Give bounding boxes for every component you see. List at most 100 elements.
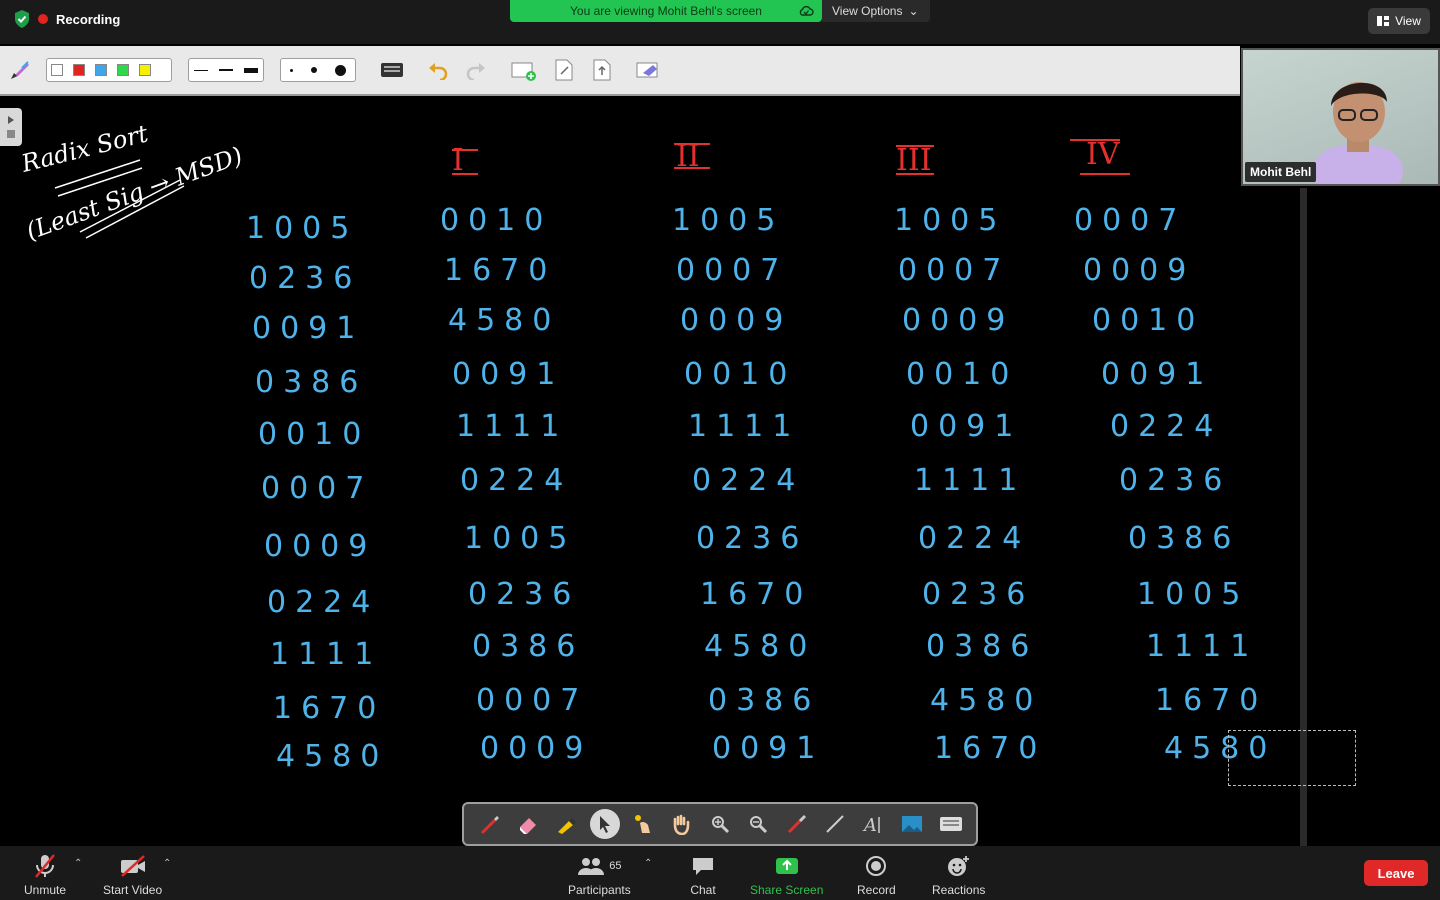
column-4-value: 1111 xyxy=(914,463,1026,498)
view-button[interactable]: View xyxy=(1368,8,1430,34)
view-button-label: View xyxy=(1395,14,1421,28)
reactions-button[interactable]: Reactions xyxy=(932,852,985,897)
column-3-value: 0386 xyxy=(708,683,820,718)
column-1-value: 0007 xyxy=(261,471,373,506)
grid-view-icon xyxy=(1377,16,1390,26)
leave-button[interactable]: Leave xyxy=(1364,860,1428,886)
column-4-value: 0224 xyxy=(918,521,1030,556)
column-5-value: 0091 xyxy=(1101,357,1213,392)
highlighter-icon[interactable] xyxy=(551,809,581,839)
selection-box[interactable] xyxy=(1228,730,1356,786)
column-2-value: 1670 xyxy=(444,253,556,288)
column-1-value: 0091 xyxy=(252,311,364,346)
column-3-value: 0224 xyxy=(692,463,804,498)
brush-icon[interactable] xyxy=(782,809,812,839)
number-columns: 1005 0236 0091 0386 0010 0007 0009 0224 1111 1670… xyxy=(246,203,1267,774)
column-5-value: 0236 xyxy=(1119,463,1231,498)
column-4-value: 0007 xyxy=(898,253,1010,288)
column-5-value: 0386 xyxy=(1128,521,1240,556)
column-2-value: 0224 xyxy=(460,463,572,498)
column-4-value: 1005 xyxy=(894,203,1006,238)
unmute-label: Unmute xyxy=(24,883,67,897)
column-4-value: 0386 xyxy=(926,629,1038,664)
column-3-value: 1005 xyxy=(672,203,784,238)
video-off-icon xyxy=(120,855,145,877)
column-3-value: 0091 xyxy=(712,731,824,766)
column-4-value: 0010 xyxy=(906,357,1018,392)
column-5-value: 0224 xyxy=(1110,409,1222,444)
zoom-in-icon[interactable] xyxy=(705,809,735,839)
audio-options-caret-icon[interactable]: ⌃ xyxy=(74,858,82,869)
text-icon[interactable]: A xyxy=(859,809,889,839)
column-1-value: 0236 xyxy=(249,261,361,296)
column-3-value: 1111 xyxy=(688,409,800,444)
reactions-icon xyxy=(947,856,969,876)
drawing-toolbar: A xyxy=(462,802,978,846)
image-icon[interactable] xyxy=(897,809,927,839)
reactions-label: Reactions xyxy=(932,883,986,897)
column-2-value: 4580 xyxy=(448,303,560,338)
pass-label-1: I xyxy=(452,143,464,178)
column-4-value: 1670 xyxy=(934,731,1046,766)
column-3-value: 4580 xyxy=(704,629,816,664)
record-icon xyxy=(866,856,887,876)
column-5-value: 0009 xyxy=(1083,253,1195,288)
column-2-value: 1111 xyxy=(456,409,568,444)
start-video-button[interactable]: Start Video xyxy=(103,852,162,897)
pen-icon[interactable] xyxy=(474,809,504,839)
column-1-value: 1005 xyxy=(246,211,358,246)
title-text: Radix Sort xyxy=(18,119,151,178)
meeting-controls: Unmute ⌃ Start Video ⌃ 65 Participants ⌃… xyxy=(0,846,1440,900)
column-4-value: 0091 xyxy=(910,409,1022,444)
unmute-button[interactable]: Unmute xyxy=(24,852,66,897)
pass-label-3: III xyxy=(896,143,932,178)
microphone-muted-icon xyxy=(35,854,55,878)
participants-button[interactable]: 65 Participants xyxy=(568,852,631,897)
keyboard-icon[interactable] xyxy=(936,809,966,839)
column-3-value: 0236 xyxy=(696,521,808,556)
record-label: Record xyxy=(857,883,896,897)
column-2-value: 0091 xyxy=(452,357,564,392)
column-3-value: 0009 xyxy=(680,303,792,338)
title-group: Radix Sort (Least Sig → MSD) xyxy=(18,119,246,245)
chat-icon xyxy=(693,858,713,875)
handwritten-notes: Radix Sort (Least Sig → MSD) I II III IV… xyxy=(18,119,1268,774)
column-1-value: 0009 xyxy=(264,529,376,564)
column-1-value: 4580 xyxy=(276,739,388,774)
column-4-value: 4580 xyxy=(930,683,1042,718)
column-1-value: 1670 xyxy=(273,691,385,726)
column-1-value: 0224 xyxy=(267,585,379,620)
pass-label-4: IV xyxy=(1086,137,1121,172)
chat-button[interactable]: Chat xyxy=(687,852,719,897)
pass-labels: I II III IV xyxy=(452,137,1130,178)
column-1-value: 0386 xyxy=(255,365,367,400)
select-arrow-icon[interactable] xyxy=(589,809,620,839)
column-1-value: 1111 xyxy=(270,637,382,672)
eraser-icon[interactable] xyxy=(513,809,543,839)
column-5-value: 1670 xyxy=(1155,683,1267,718)
column-2-value: 0009 xyxy=(480,731,592,766)
column-2-value: 0236 xyxy=(468,577,580,612)
column-5-value: 1111 xyxy=(1146,629,1258,664)
laser-pointer-icon[interactable] xyxy=(628,809,658,839)
participant-video[interactable]: Mohit Behl xyxy=(1241,48,1440,186)
column-4-value: 0009 xyxy=(902,303,1014,338)
column-1-value: 0010 xyxy=(258,417,370,452)
participants-icon xyxy=(578,858,605,875)
start-video-label: Start Video xyxy=(103,883,163,897)
participants-label: Participants xyxy=(568,883,631,897)
record-button[interactable]: Record xyxy=(857,852,896,897)
zoom-out-icon[interactable] xyxy=(743,809,773,839)
column-2-value: 0010 xyxy=(440,203,552,238)
video-options-caret-icon[interactable]: ⌃ xyxy=(163,858,171,869)
column-5-value: 0007 xyxy=(1074,203,1186,238)
line-icon[interactable] xyxy=(820,809,850,839)
participants-options-caret-icon[interactable]: ⌃ xyxy=(644,858,652,869)
hand-pan-icon[interactable] xyxy=(666,809,696,839)
share-screen-button[interactable]: Share Screen xyxy=(750,852,823,897)
column-3-value: 1670 xyxy=(700,577,812,612)
column-5-value: 1005 xyxy=(1137,577,1249,612)
column-4-value: 0236 xyxy=(922,577,1034,612)
column-2-value: 1005 xyxy=(464,521,576,556)
participant-name: Mohit Behl xyxy=(1245,162,1317,182)
